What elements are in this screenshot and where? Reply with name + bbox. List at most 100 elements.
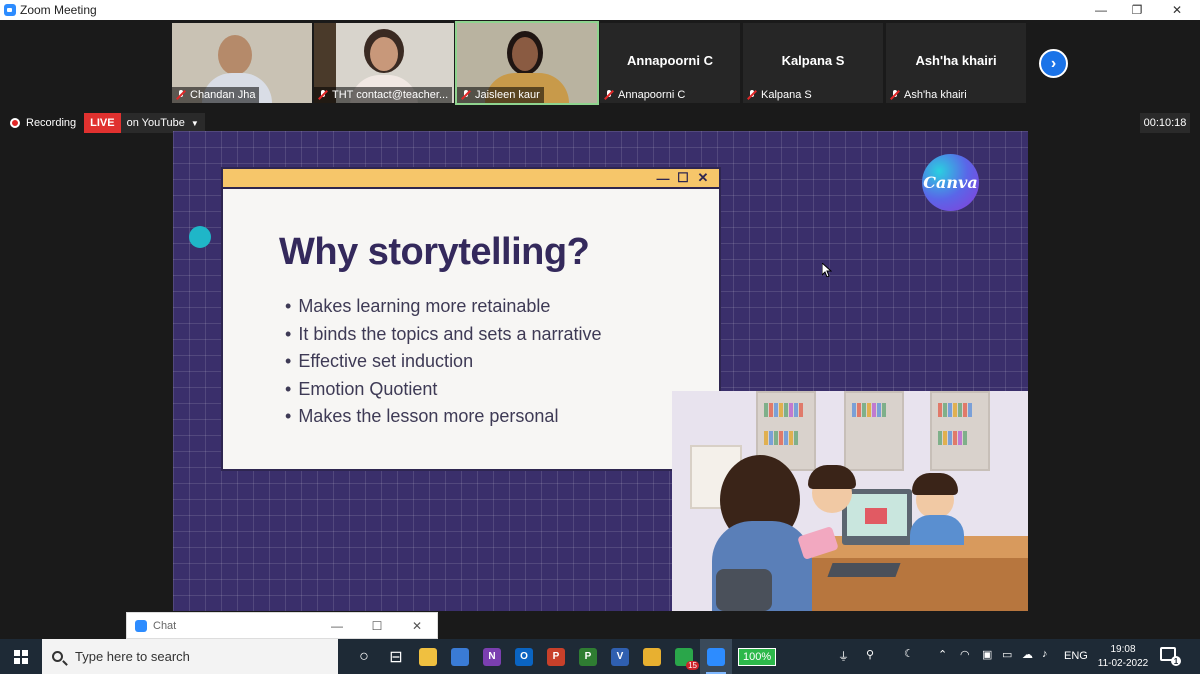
plug-icon: ⏚ — [838, 651, 849, 663]
live-stream-dropdown[interactable]: on YouTube ▼ — [120, 113, 205, 133]
taskbar-microsoft-store-button[interactable] — [444, 639, 476, 674]
taskbar-task-view-button[interactable]: ○ — [348, 639, 380, 674]
video-tile-jaisleen-kaur[interactable]: Jaisleen kaur — [455, 21, 599, 105]
classroom-illustration — [672, 391, 1028, 611]
participant-name-text: Kalpana S — [761, 89, 812, 101]
participant-name-text: Ash'ha khairi — [904, 89, 967, 101]
windows-logo-icon — [14, 649, 28, 664]
bullet-item: Emotion Quotient — [285, 376, 601, 404]
taskbar-file-explorer-button[interactable] — [412, 639, 444, 674]
next-page-chevron-icon[interactable]: › — [1039, 49, 1068, 78]
participant-name-text: Jaisleen kaur — [475, 89, 540, 101]
taskbar-whatsapp-button[interactable]: 15 — [668, 639, 700, 674]
recording-dot-icon — [10, 118, 20, 128]
taskbar-zoom-button[interactable] — [700, 639, 732, 674]
child-hair — [808, 465, 856, 489]
window-title: Zoom Meeting — [20, 3, 97, 17]
slide-window-bar: — ☐ ✕ — [223, 169, 719, 189]
participant-display-name: Annapoorni C — [627, 53, 713, 68]
weather-icon[interactable]: ☾ — [904, 647, 914, 660]
stream-destination: on YouTube — [126, 117, 185, 129]
taskbar-search-box[interactable]: Type here to search — [42, 639, 338, 674]
taskbar-outlook-button[interactable]: O — [508, 639, 540, 674]
child-hair — [912, 473, 958, 495]
wifi-icon[interactable]: ◠ — [960, 648, 970, 661]
keyboard — [827, 563, 901, 577]
restore-button[interactable]: ❐ — [1119, 0, 1155, 20]
start-button[interactable] — [0, 639, 42, 674]
search-icon — [52, 651, 63, 662]
participant-display-name: Kalpana S — [781, 53, 845, 68]
participant-name: Chandan Jha — [172, 87, 260, 103]
meet-now-icon[interactable]: ▣ — [982, 648, 992, 661]
visio-icon: V — [611, 647, 629, 666]
video-tile-ashha-khairi[interactable]: Ash'ha khairi Ash'ha khairi — [886, 23, 1026, 103]
taskbar-widgets-button[interactable]: ⊟ — [380, 639, 412, 674]
taskbar-apps: ○ ⊟ N O P P V 15 — [348, 639, 732, 674]
participant-name: Jaisleen kaur — [457, 87, 544, 103]
search-placeholder: Type here to search — [75, 649, 190, 664]
muted-mic-icon — [890, 90, 900, 100]
language-indicator[interactable]: ENG — [1064, 650, 1088, 662]
onenote-icon: N — [483, 647, 501, 666]
video-tile-tht-contact[interactable]: THT contact@teacher... — [314, 23, 454, 103]
face — [370, 37, 398, 71]
taskbar-chrome-button[interactable] — [636, 639, 668, 674]
video-tile-annapoorni-c[interactable]: Annapoorni C Annapoorni C — [600, 23, 740, 103]
decorative-dot — [189, 226, 211, 248]
chat-icon — [135, 619, 147, 632]
desk-front — [782, 558, 1028, 611]
participant-name-text: THT contact@teacher... — [332, 89, 449, 101]
meeting-area: Chandan Jha THT contact@teacher... Jaisl… — [0, 20, 1200, 639]
system-clock[interactable]: 19:08 11-02-2022 — [1093, 639, 1153, 674]
caret-down-icon: ▼ — [190, 118, 199, 128]
muted-mic-icon — [318, 90, 328, 100]
video-tile-kalpana-s[interactable]: Kalpana S Kalpana S — [743, 23, 883, 103]
minimize-icon: — — [656, 170, 670, 186]
taskbar-project-button[interactable]: P — [572, 639, 604, 674]
video-tile-chandan-jha[interactable]: Chandan Jha — [172, 23, 312, 103]
face — [512, 37, 538, 71]
chat-close-button[interactable]: ✕ — [397, 619, 437, 633]
zoom-icon — [707, 647, 725, 666]
screen: Zoom Meeting — ❐ ✕ Chandan Jha THT conta… — [0, 0, 1200, 674]
participant-name-text: Annapoorni C — [618, 89, 686, 101]
notification-count: 1 — [1171, 656, 1181, 666]
chat-maximize-button[interactable]: ☐ — [357, 619, 397, 633]
participant-display-name: Ash'ha khairi — [915, 53, 997, 68]
live-badge: LIVE — [84, 113, 121, 133]
title-bar: Zoom Meeting — ❐ ✕ — [0, 0, 1200, 20]
people-icon[interactable]: ⚲ — [866, 648, 874, 661]
chat-label: Chat — [153, 619, 177, 632]
outlook-icon: O — [515, 647, 533, 666]
taskbar-onenote-button[interactable]: N — [476, 639, 508, 674]
file-explorer-icon — [419, 647, 437, 666]
participant-name: Kalpana S — [743, 87, 816, 103]
chat-minimize-button[interactable]: — — [317, 619, 357, 633]
slide-window-frame: — ☐ ✕ Why storytelling? Makes learning m… — [221, 167, 721, 471]
slide-bullet-list: Makes learning more retainable It binds … — [285, 293, 601, 431]
chrome-icon — [643, 647, 661, 666]
task-view-icon: ○ — [359, 647, 369, 665]
books — [764, 403, 804, 417]
battery-icon[interactable]: ▭ — [1002, 648, 1012, 661]
onedrive-icon[interactable]: ☁ — [1022, 648, 1033, 661]
taskbar-visio-button[interactable]: V — [604, 639, 636, 674]
participant-name-text: Chandan Jha — [190, 89, 256, 101]
chat-window-bar[interactable]: Chat — ☐ ✕ — [126, 612, 438, 639]
minimize-button[interactable]: — — [1083, 0, 1119, 20]
battery-indicator[interactable]: 100% — [738, 647, 777, 666]
muted-mic-icon — [461, 90, 471, 100]
close-button[interactable]: ✕ — [1159, 0, 1195, 20]
windows-taskbar: Type here to search ○ ⊟ N O P P V 15 100% ⏚ ⚲ ☾… — [0, 639, 1200, 674]
books — [764, 431, 799, 445]
notifications-icon[interactable]: 1 — [1160, 647, 1181, 666]
muted-mic-icon — [604, 90, 614, 100]
volume-icon[interactable]: ♪ — [1042, 648, 1048, 660]
show-hidden-icons-chevron-icon[interactable]: ⌃ — [938, 648, 947, 661]
taskbar-powerpoint-button[interactable]: P — [540, 639, 572, 674]
whatsapp-badge: 15 — [686, 661, 699, 670]
recording-label: Recording — [26, 117, 77, 129]
books — [938, 403, 973, 417]
project-icon: P — [579, 647, 597, 666]
